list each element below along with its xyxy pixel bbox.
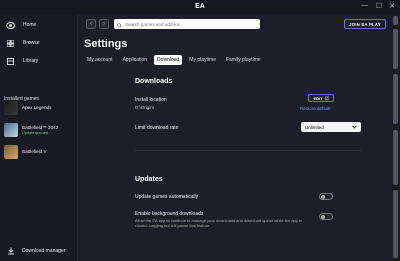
game-thumbnail (4, 123, 18, 137)
restore-default-link[interactable]: Restore default (300, 106, 331, 111)
sidebar-item-label: Home (23, 22, 37, 28)
auto-update-toggle[interactable] (319, 193, 333, 200)
tab-application[interactable]: Application (120, 55, 150, 65)
tab-my-account[interactable]: My account (84, 55, 116, 65)
scrollbar[interactable] (392, 14, 400, 261)
download-manager-button[interactable]: Download manager (6, 246, 65, 255)
scrollbar-thumb[interactable] (393, 29, 398, 69)
game-name: Battlefield™ 2042 (22, 125, 59, 131)
minimize-button[interactable]: — (361, 2, 368, 9)
updates-heading: Updates (135, 176, 163, 183)
game-name: Apex Legends (22, 105, 52, 111)
game-thumbnail (4, 145, 18, 159)
edit-label: EDIT (313, 95, 323, 101)
install-location-value: D:\Origin\ (135, 105, 155, 110)
limit-download-label: Limit download rate (135, 125, 179, 131)
sidebar-item-home[interactable]: Home (6, 18, 36, 32)
divider (135, 150, 361, 151)
window-title: EA (195, 3, 205, 10)
tab-download[interactable]: Download (154, 55, 183, 65)
join-ea-play-button[interactable]: JOIN EA PLAY (344, 19, 386, 29)
game-name: Battlefield V (22, 149, 47, 155)
search-icon (117, 15, 122, 33)
scrollbar-thumb[interactable] (393, 190, 398, 258)
search-input[interactable] (125, 21, 255, 27)
sidebar-item-browse[interactable]: Browse (6, 36, 40, 50)
toggle-knob (321, 215, 325, 219)
external-link-icon (324, 95, 329, 101)
ea-logo-icon (6, 21, 15, 30)
settings-tabs: My account Application Download My playt… (84, 55, 264, 65)
scrollbar-thumb[interactable] (393, 16, 398, 25)
page-title: Settings (84, 38, 128, 50)
back-button[interactable]: ‹ (86, 19, 96, 29)
tab-family-playtime[interactable]: Family playtime (223, 55, 264, 65)
close-button[interactable]: ✕ (389, 2, 395, 10)
background-downloads-toggle[interactable] (319, 213, 333, 220)
chevron-down-icon (352, 125, 357, 130)
library-icon (6, 57, 15, 66)
download-icon (6, 246, 15, 255)
downloads-heading: Downloads (135, 78, 173, 85)
toggle-knob (321, 195, 325, 199)
auto-update-label: Update games automatically (135, 194, 199, 200)
game-status: Update queued (22, 130, 48, 135)
sidebar-item-library[interactable]: Library (6, 54, 38, 68)
install-location-label: Install location (135, 97, 167, 103)
maximize-button[interactable]: ☐ (376, 2, 382, 10)
sidebar-item-label: Browse (23, 40, 40, 46)
main-content: ‹ › JOIN EA PLAY Settings My account App… (78, 14, 392, 261)
scrollbar-thumb[interactable] (393, 74, 398, 124)
sidebar-item-label: Library (23, 58, 39, 64)
download-rate-select[interactable]: Unlimited (301, 122, 361, 132)
title-bar: EA — ☐ ✕ (0, 0, 400, 14)
download-rate-value: Unlimited (305, 124, 324, 130)
edit-location-button[interactable]: EDIT (308, 94, 334, 102)
search-bar[interactable] (114, 19, 260, 29)
grid-icon (6, 39, 15, 48)
game-thumbnail (4, 101, 18, 115)
tab-my-playtime[interactable]: My playtime (186, 55, 219, 65)
game-item-apex-legends[interactable]: Apex Legends (4, 98, 51, 118)
background-downloads-description: Allow the EA app to continue to manage y… (135, 218, 303, 229)
game-item-battlefield-v[interactable]: Battlefield V (4, 142, 47, 162)
background-downloads-label: Enable background downloads (135, 211, 204, 217)
forward-button[interactable]: › (99, 19, 109, 29)
game-item-battlefield-2042[interactable]: Battlefield™ 2042 Update queued (4, 120, 58, 140)
scrollbar-thumb[interactable] (393, 130, 398, 185)
download-manager-label: Download manager (22, 247, 66, 254)
sidebar: Home Browse Library Installed games Apex… (0, 14, 78, 261)
